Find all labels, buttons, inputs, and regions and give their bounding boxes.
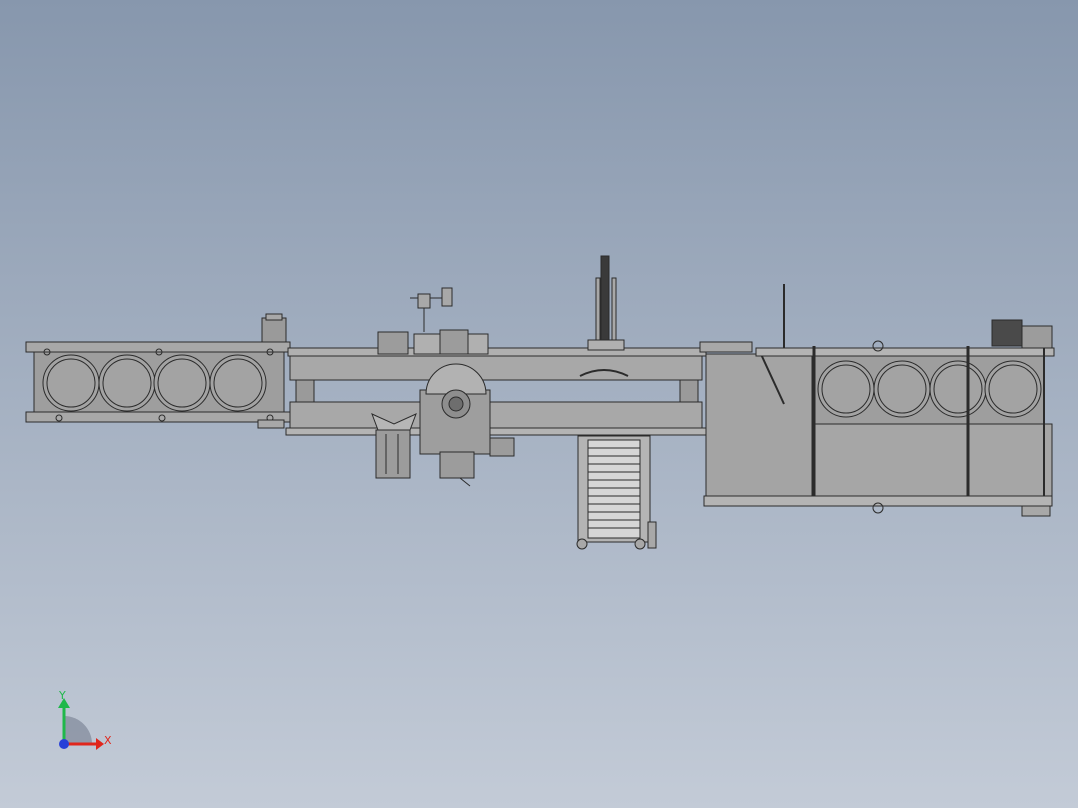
z-axis-origin xyxy=(59,739,69,749)
left-roller-3 xyxy=(153,354,211,412)
left-roller-2 xyxy=(98,354,156,412)
right-roller-2 xyxy=(873,360,931,418)
right-top-rail xyxy=(755,347,1055,357)
y-axis-label: Y xyxy=(58,689,66,702)
left-conveyor-top-rail xyxy=(25,341,291,353)
right-base-rail xyxy=(703,495,1053,507)
right-gearbox xyxy=(1021,325,1053,349)
left-conveyor[interactable] xyxy=(25,313,291,429)
clamp-center-block xyxy=(439,329,469,355)
left-guide-unit xyxy=(375,429,411,479)
discharge-chute[interactable] xyxy=(576,435,657,550)
x-axis-label: X xyxy=(104,734,112,747)
post-guide-left xyxy=(595,277,601,349)
lift-arm-gripper xyxy=(441,287,453,307)
x-axis-arrowhead xyxy=(96,738,104,750)
right-lower-frame xyxy=(811,423,1053,497)
central-column-left xyxy=(295,379,315,403)
left-roller-1 xyxy=(42,354,100,412)
post-mast xyxy=(600,255,610,349)
chute-bed xyxy=(587,439,641,539)
left-conveyor-bottom-rail xyxy=(25,411,291,423)
chute-side-bracket xyxy=(647,521,657,549)
lower-bolt xyxy=(459,477,471,487)
right-roller-4 xyxy=(984,360,1042,418)
left-motor-block xyxy=(261,317,287,343)
right-entry-housing xyxy=(705,353,813,501)
right-entry-top xyxy=(699,341,753,353)
chute-wheel-right xyxy=(634,538,646,550)
right-conveyor[interactable] xyxy=(699,284,1055,517)
central-top-beam xyxy=(287,347,707,357)
post-guide-right xyxy=(611,277,617,349)
assembly-drawing[interactable]: Y X xyxy=(0,0,1078,808)
central-frame[interactable] xyxy=(285,287,707,436)
central-column-right xyxy=(679,379,699,403)
central-base-rail xyxy=(285,427,707,436)
central-lower-plate xyxy=(289,401,703,429)
saw-spindle-hub xyxy=(448,396,464,412)
left-foot xyxy=(257,419,285,429)
right-motor xyxy=(991,319,1023,347)
left-motor-cap xyxy=(265,313,283,321)
side-actuator xyxy=(489,437,515,457)
chute-wheel-left xyxy=(576,538,588,550)
clamp-left xyxy=(377,331,409,355)
right-foot xyxy=(1021,505,1051,517)
cad-viewport[interactable]: Y X xyxy=(0,0,1078,808)
post-base xyxy=(587,339,625,351)
right-roller-1 xyxy=(817,360,875,418)
left-roller-4 xyxy=(209,354,267,412)
right-roller-3 xyxy=(929,360,987,418)
lower-guide-unit xyxy=(439,451,475,479)
triad-plane-shading xyxy=(64,716,92,744)
coordinate-triad: Y X xyxy=(58,689,112,750)
central-upper-plate xyxy=(289,355,703,381)
lift-arm-block xyxy=(417,293,431,309)
